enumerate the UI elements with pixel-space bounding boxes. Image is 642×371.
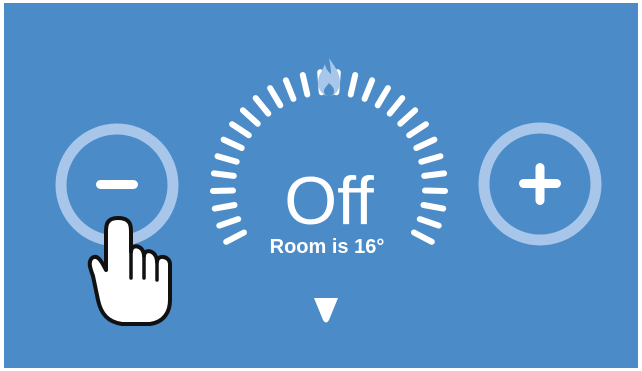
dial-tick <box>361 77 376 102</box>
room-temperature-text: Room is 16° <box>270 236 385 258</box>
dial-pointer-marker <box>314 298 338 323</box>
dial-tick <box>299 72 311 98</box>
dial-tick <box>418 153 444 165</box>
thermostat-screen: Off Room is 16° <box>0 0 642 371</box>
dial-tick <box>239 107 261 127</box>
dial-tick <box>411 229 435 245</box>
dial-tick <box>223 229 247 245</box>
flame-icon <box>318 58 340 96</box>
dial-tick <box>413 136 438 151</box>
dial-tick <box>214 153 240 165</box>
increase-temperature-button[interactable] <box>478 122 602 246</box>
dial-tick <box>347 72 359 98</box>
dial-tick <box>422 187 448 194</box>
dial-tick <box>220 136 245 151</box>
dial-tick <box>397 107 419 127</box>
dial-tick <box>374 85 391 109</box>
plus-icon <box>519 163 561 205</box>
dial-tick <box>282 77 297 102</box>
dial-tick <box>210 187 236 194</box>
dial-tick <box>386 95 406 117</box>
mode-text: Off <box>284 163 374 239</box>
dial-tick <box>216 216 242 229</box>
dial-tick <box>229 121 252 139</box>
minus-icon <box>96 180 138 189</box>
dial-tick <box>210 170 237 179</box>
dial-tick <box>406 121 429 139</box>
dial-tick <box>252 95 272 117</box>
dial-tick <box>420 202 447 212</box>
dial-tick <box>421 170 448 179</box>
dial-tick <box>211 202 238 212</box>
dial-tick <box>416 216 442 229</box>
dial-tick <box>267 85 284 109</box>
